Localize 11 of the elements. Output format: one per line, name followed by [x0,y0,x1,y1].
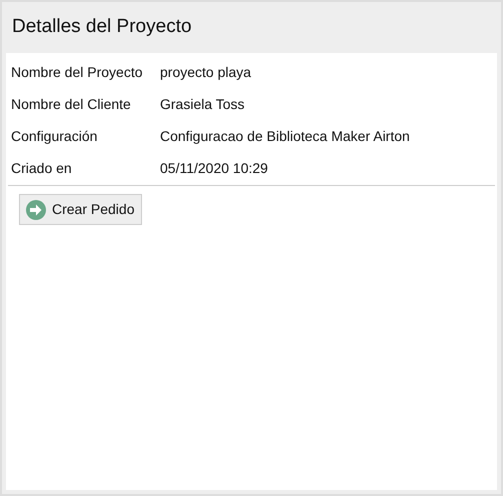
arrow-right-icon [26,200,46,220]
field-value: proyecto playa [160,62,252,82]
field-value: 05/11/2020 10:29 [160,158,268,178]
field-label: Nombre del Proyecto [10,62,144,82]
field-label: Configuración [10,126,98,146]
field-value: Grasiela Toss [160,94,245,114]
field-value: Configuracao de Biblioteca Maker Airton [160,126,410,146]
field-label: Nombre del Cliente [10,94,132,114]
create-order-button[interactable]: Crear Pedido [19,194,142,225]
field-label: Criado en [10,158,73,178]
panel-title: Detalles del Proyecto [12,15,192,40]
